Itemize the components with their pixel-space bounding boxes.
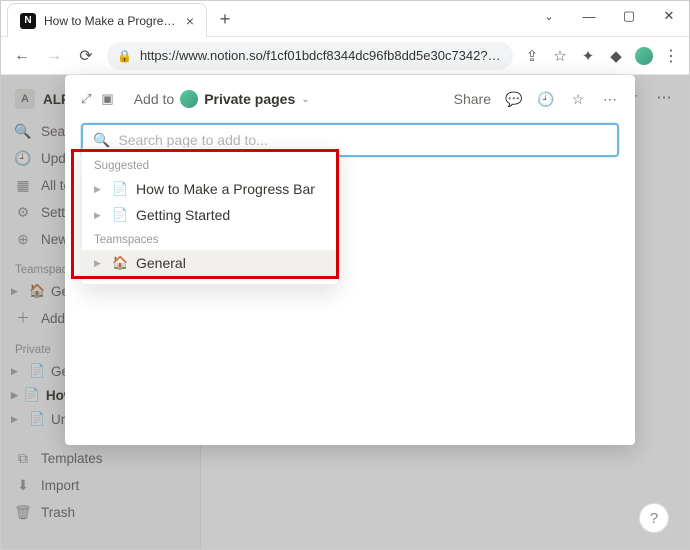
help-button[interactable]: ? bbox=[639, 503, 669, 533]
url-text: https://www.notion.so/f1cf01bdcf8344dc96… bbox=[140, 48, 503, 63]
dropdown-item-label: Getting Started bbox=[136, 207, 230, 223]
share-page-icon[interactable]: ⇪ bbox=[523, 47, 541, 65]
search-icon: 🔍 bbox=[93, 132, 110, 149]
dropdown-item-general[interactable]: ▶ 🏠 General bbox=[82, 250, 338, 276]
add-to-selector[interactable]: Add to Private pages ⌄ bbox=[134, 90, 310, 108]
tab-close-icon[interactable]: × bbox=[186, 13, 194, 29]
dropdown-section-teamspaces: Teamspaces bbox=[82, 228, 338, 250]
dropdown-item-label: How to Make a Progress Bar bbox=[136, 181, 315, 197]
window-minimize-icon[interactable]: — bbox=[569, 1, 609, 31]
page-icon: 📄 bbox=[112, 181, 128, 197]
add-to-label: Add to bbox=[134, 91, 174, 107]
tabs-dropdown-icon[interactable]: ⌄ bbox=[529, 1, 569, 31]
expand-icon[interactable]: ⤢ bbox=[81, 91, 91, 107]
search-input[interactable] bbox=[118, 132, 607, 148]
add-to-dropdown: Suggested ▶ 📄 How to Make a Progress Bar… bbox=[81, 147, 339, 285]
add-to-target: Private pages bbox=[204, 91, 295, 107]
chevron-down-icon: ⌄ bbox=[301, 94, 309, 105]
dropdown-item-howto[interactable]: ▶ 📄 How to Make a Progress Bar bbox=[82, 176, 338, 202]
browser-tab[interactable]: N How to Make a Progress Bar × bbox=[7, 3, 207, 37]
dropdown-item-getting-started[interactable]: ▶ 📄 Getting Started bbox=[82, 202, 338, 228]
profile-avatar-icon[interactable] bbox=[635, 47, 653, 65]
house-icon: 🏠 bbox=[112, 255, 128, 271]
bookmark-star-icon[interactable]: ☆ bbox=[551, 47, 569, 65]
more-menu-icon[interactable]: ⋯ bbox=[601, 90, 619, 108]
lock-icon: 🔒 bbox=[117, 49, 132, 63]
window-close-icon[interactable]: ✕ bbox=[649, 1, 689, 31]
chevron-right-icon: ▶ bbox=[94, 258, 104, 269]
clock-icon[interactable]: 🕘 bbox=[537, 90, 555, 108]
add-to-modal: ⤢ ▣ Add to Private pages ⌄ Share 💬 🕘 ☆ ⋯ bbox=[65, 75, 635, 445]
star-icon[interactable]: ☆ bbox=[569, 90, 587, 108]
page-icon: 📄 bbox=[112, 207, 128, 223]
nav-reload-button[interactable]: ⟳ bbox=[75, 45, 97, 67]
modal-share-button[interactable]: Share bbox=[454, 91, 491, 107]
browser-menu-icon[interactable]: ⋮ bbox=[663, 46, 679, 66]
new-tab-button[interactable]: + bbox=[211, 5, 239, 33]
window-maximize-icon[interactable]: ▢ bbox=[609, 1, 649, 31]
browser-toolbar: ← → ⟳ 🔒 https://www.notion.so/f1cf01bdcf… bbox=[1, 37, 689, 75]
browser-titlebar: N How to Make a Progress Bar × + ⌄ — ▢ ✕ bbox=[1, 1, 689, 37]
nav-back-button[interactable]: ← bbox=[11, 45, 33, 67]
dropdown-section-suggested: Suggested bbox=[82, 154, 338, 176]
extensions-puzzle-icon[interactable]: ✦ bbox=[579, 47, 597, 65]
extension-icon[interactable]: ◆ bbox=[607, 47, 625, 65]
chevron-right-icon: ▶ bbox=[94, 184, 104, 195]
peek-icon[interactable]: ▣ bbox=[101, 91, 113, 107]
address-bar[interactable]: 🔒 https://www.notion.so/f1cf01bdcf8344dc… bbox=[107, 42, 513, 70]
workspace-bubble-icon bbox=[180, 90, 198, 108]
dropdown-item-label: General bbox=[136, 255, 186, 271]
nav-forward-button[interactable]: → bbox=[43, 45, 65, 67]
tab-title: How to Make a Progress Bar bbox=[44, 14, 178, 28]
comment-icon[interactable]: 💬 bbox=[505, 90, 523, 108]
chevron-right-icon: ▶ bbox=[94, 210, 104, 221]
notion-favicon: N bbox=[20, 13, 36, 29]
